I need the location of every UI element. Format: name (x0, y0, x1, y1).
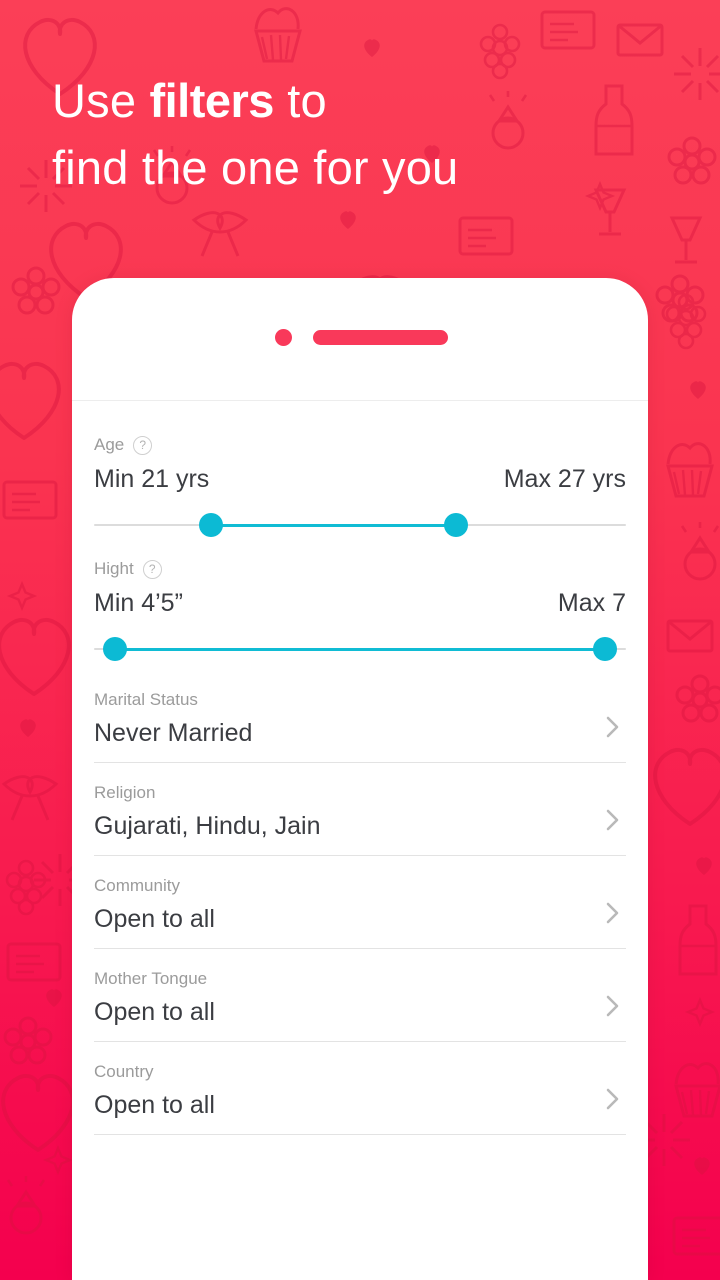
height-min-value: Min 4’5” (94, 589, 183, 617)
speaker-bar-icon (313, 330, 448, 345)
age-min-value: Min 21 yrs (94, 465, 210, 493)
age-slider-thumb-min[interactable] (199, 513, 224, 537)
chevron-right-icon (606, 1088, 620, 1110)
row-value: Open to all (94, 998, 215, 1026)
height-slider-thumb-min[interactable] (103, 637, 128, 661)
height-slider-thumb-max[interactable] (592, 637, 617, 661)
height-values-row: Min 4’5” Max 7 (94, 589, 626, 618)
row-label: Religion (94, 783, 156, 802)
headline-emphasis: filters (149, 74, 274, 127)
promo-screenshot: Use filters to find the one for you Age … (0, 0, 720, 1280)
row-value: Gujarati, Hindu, Jain (94, 812, 321, 840)
promo-headline: Use filters to find the one for you (52, 74, 672, 195)
age-values-row: Min 21 yrs Max 27 yrs (94, 465, 626, 494)
height-range-slider[interactable] (94, 634, 626, 664)
chevron-right-icon (606, 716, 620, 738)
filter-rows: Marital Status Never Married Religion Gu… (94, 690, 626, 1135)
age-filter: Age ? Min 21 yrs Max 27 yrs (94, 401, 626, 540)
height-filter: Hight ? Min 4’5” Max 7 (94, 540, 626, 664)
chevron-right-icon (606, 902, 620, 924)
row-value: Open to all (94, 905, 215, 933)
height-label: Hight (94, 559, 134, 578)
row-label: Marital Status (94, 690, 198, 709)
height-max-value: Max 7 (557, 589, 626, 617)
row-value: Never Married (94, 719, 253, 747)
age-slider-thumb-max[interactable] (443, 513, 468, 537)
row-value: Open to all (94, 1091, 215, 1119)
row-label: Country (94, 1062, 154, 1081)
question-mark-icon[interactable]: ? (142, 559, 162, 579)
age-slider-fill (211, 523, 456, 527)
phone-mockup: Age ? Min 21 yrs Max 27 yrs Hight ? Min … (72, 278, 648, 1280)
headline-line-1: Use filters to (52, 74, 672, 129)
filter-row-religion[interactable]: Religion Gujarati, Hindu, Jain (94, 783, 626, 856)
height-label-row: Hight ? (94, 558, 626, 580)
filters-screen: Age ? Min 21 yrs Max 27 yrs Hight ? Min … (72, 401, 648, 1135)
chevron-right-icon (606, 995, 620, 1017)
age-max-value: Max 27 yrs (503, 465, 626, 493)
filter-row-marital-status[interactable]: Marital Status Never Married (94, 690, 626, 763)
filter-row-community[interactable]: Community Open to all (94, 876, 626, 949)
age-range-slider[interactable] (94, 510, 626, 540)
row-label: Community (94, 876, 180, 895)
question-mark-icon[interactable]: ? (133, 435, 153, 455)
height-slider-fill (115, 647, 605, 651)
chevron-right-icon (606, 809, 620, 831)
age-label: Age (94, 435, 125, 454)
headline-line-2: find the one for you (52, 140, 459, 194)
filter-row-mother-tongue[interactable]: Mother Tongue Open to all (94, 969, 626, 1042)
filter-row-country[interactable]: Country Open to all (94, 1062, 626, 1135)
headline-suffix: to (273, 74, 327, 127)
age-label-row: Age ? (94, 434, 626, 456)
row-label: Mother Tongue (94, 969, 208, 988)
headline-prefix: Use (52, 74, 150, 127)
camera-dot-icon (275, 329, 292, 346)
phone-status-bar (72, 278, 648, 401)
